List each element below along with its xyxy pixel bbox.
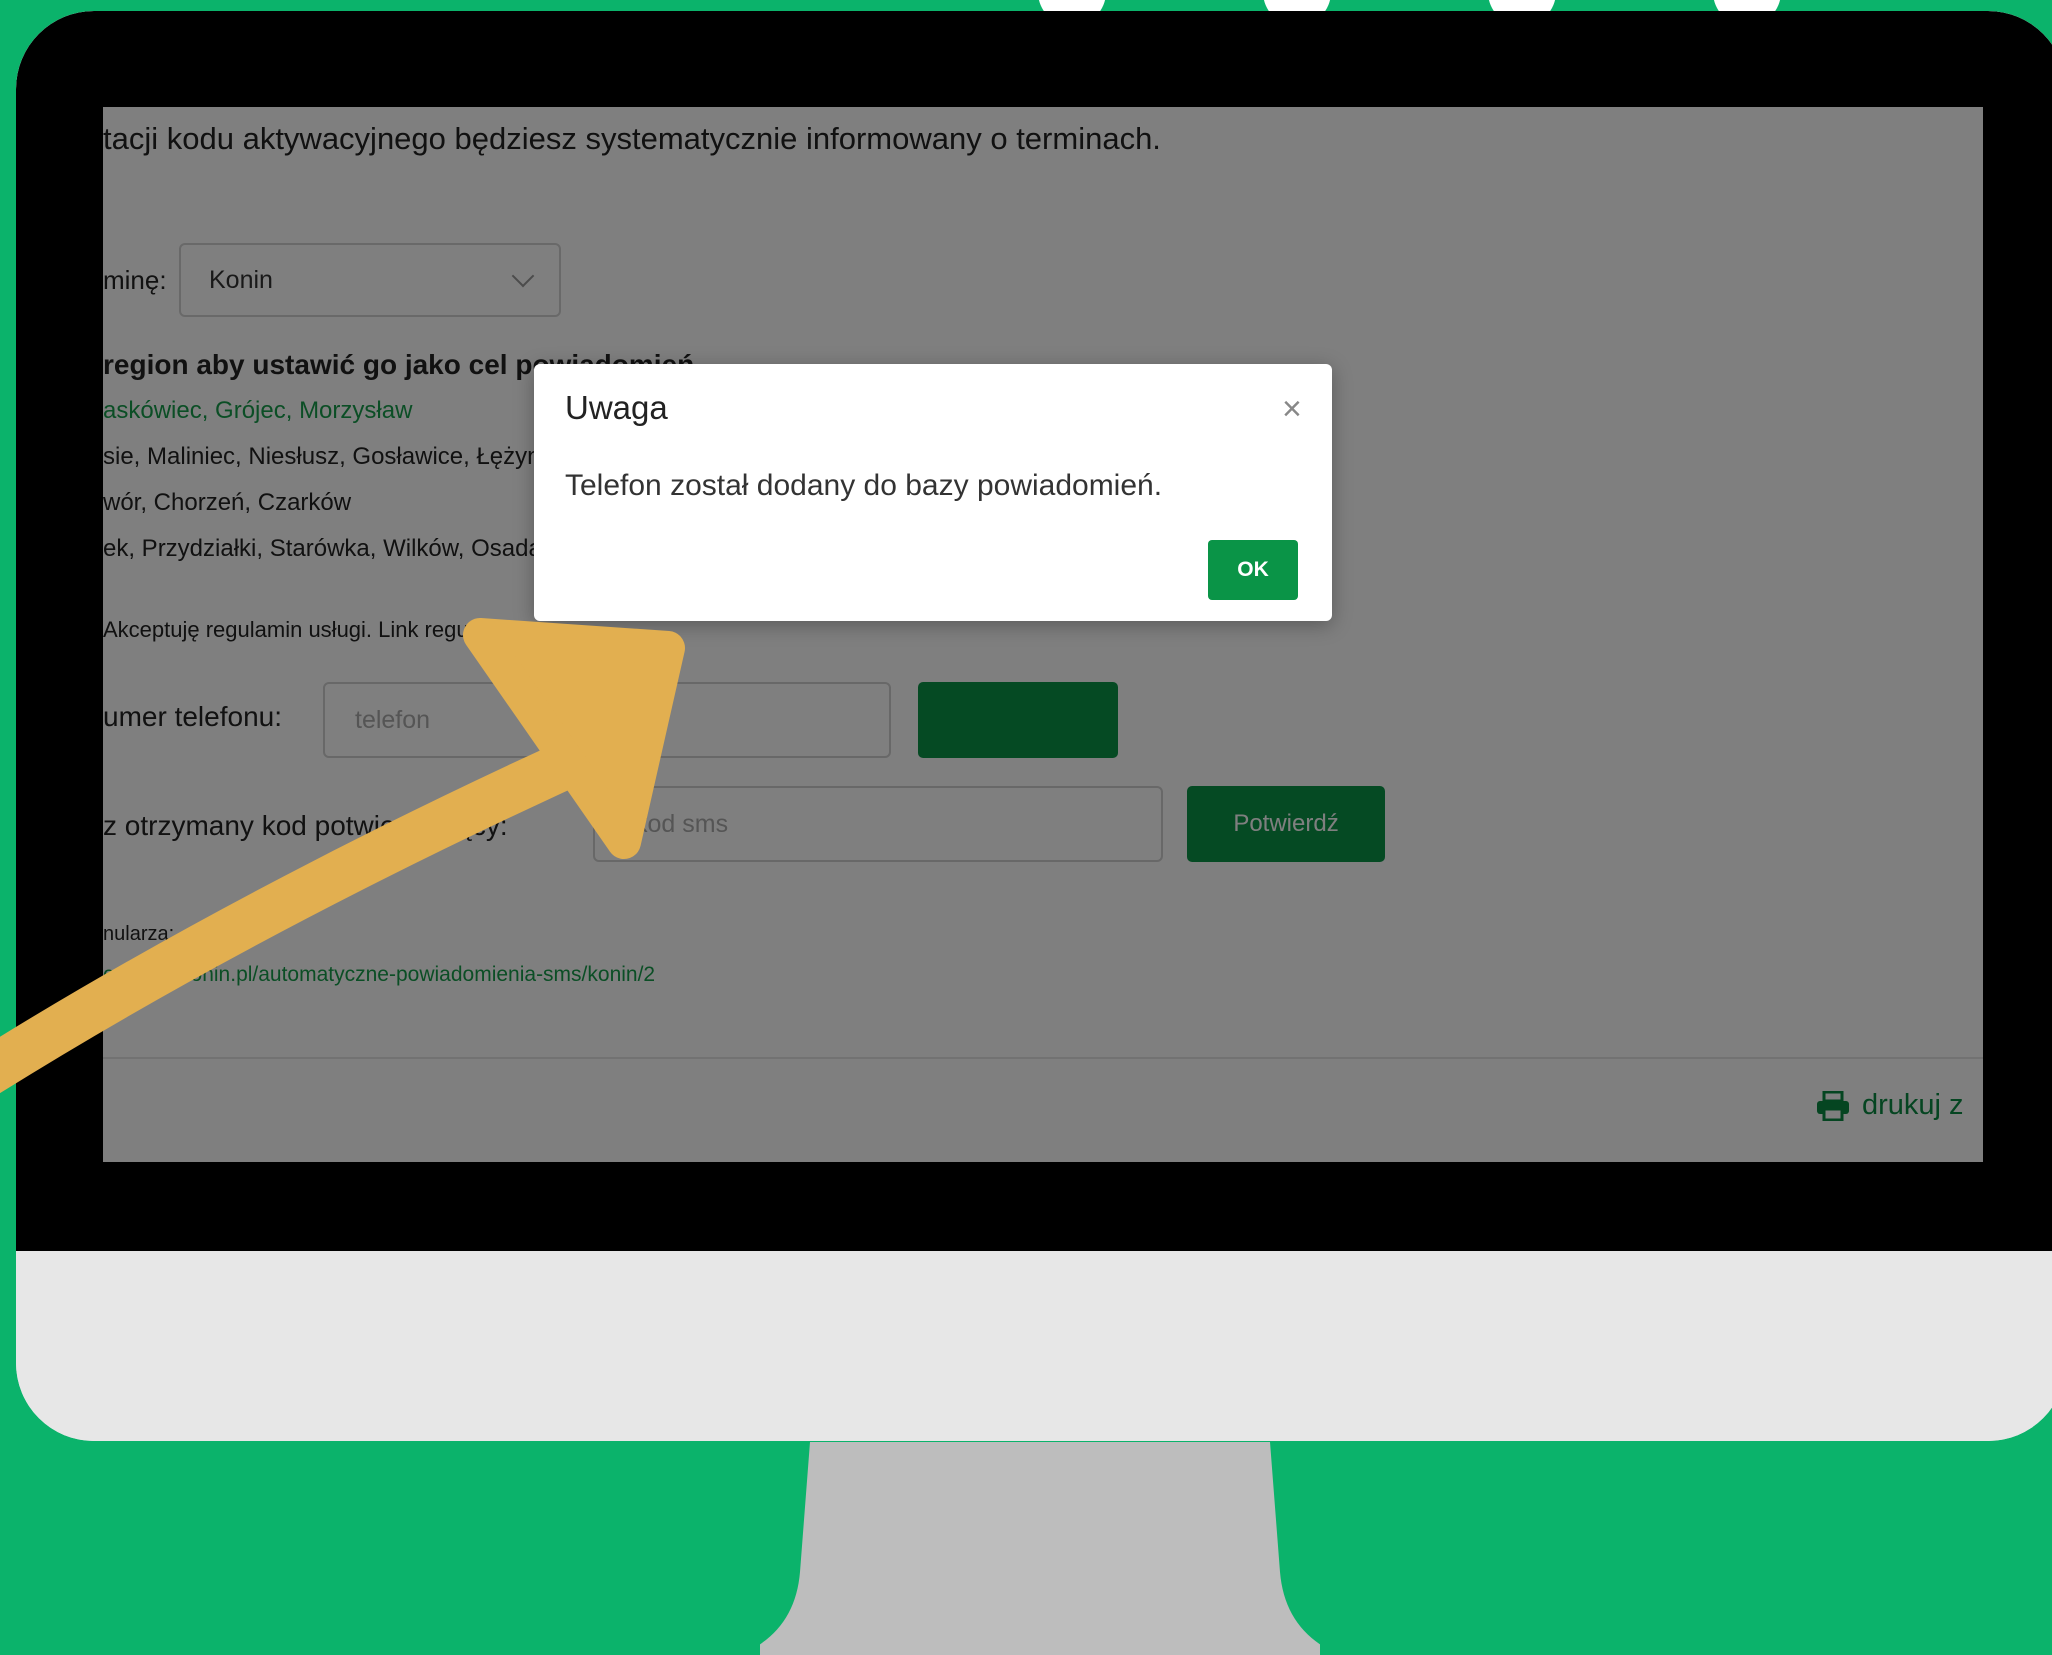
modal-backdrop[interactable] (103, 107, 1983, 1162)
monitor-chin (16, 1251, 2052, 1441)
dialog-title: Uwaga (565, 389, 668, 426)
screen: tacji kodu aktywacyjnego będziesz system… (103, 107, 1983, 1162)
alert-dialog: Uwaga × Telefon został dodany do bazy po… (534, 364, 1332, 621)
ok-button[interactable]: OK (1208, 540, 1298, 600)
close-icon[interactable]: × (1282, 392, 1302, 426)
monitor-stand (760, 1442, 1320, 1655)
dialog-message: Telefon został dodany do bazy powiadomie… (565, 469, 1163, 502)
